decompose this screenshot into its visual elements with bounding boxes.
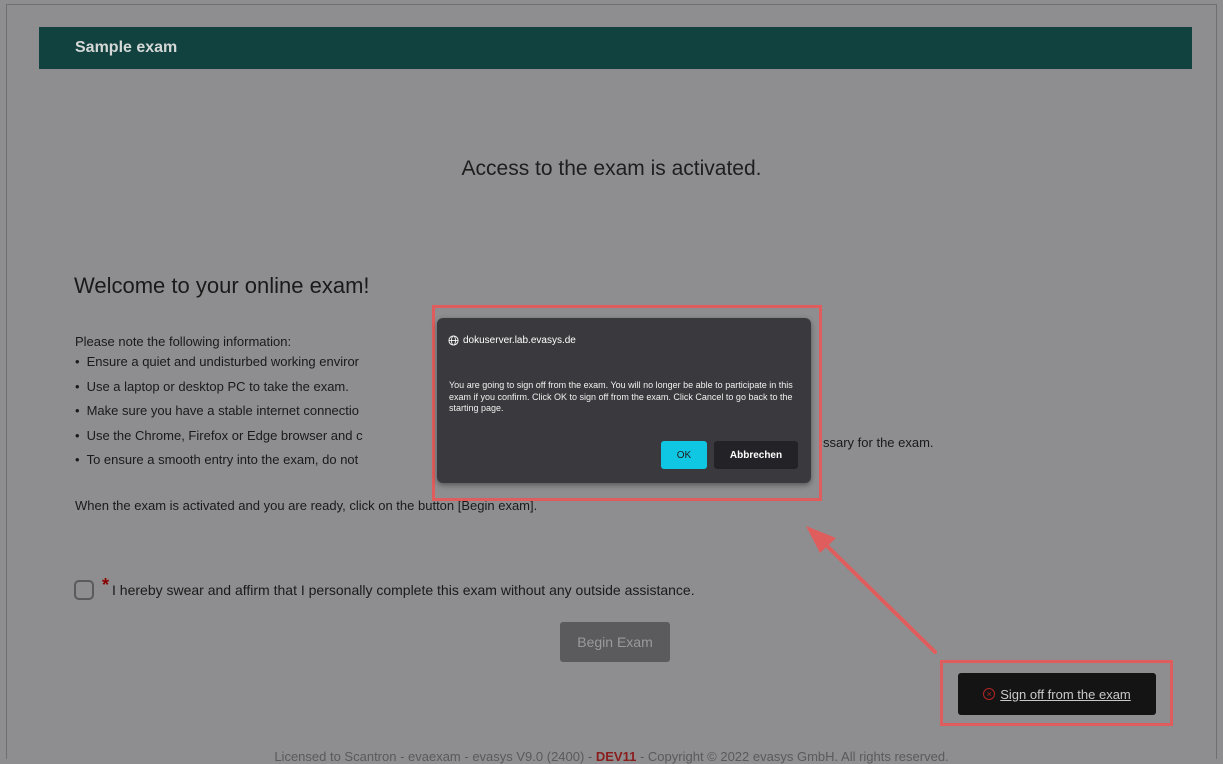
footer-license-text: Licensed to Scantron - evaexam - evasys … xyxy=(274,749,596,764)
dialog-origin: dokuserver.lab.evasys.de xyxy=(448,335,576,346)
dialog-cancel-button[interactable]: Abbrechen xyxy=(714,441,798,469)
footer-copyright: - Copyright © 2022 evasys GmbH. All righ… xyxy=(636,749,949,764)
dialog-origin-text: dokuserver.lab.evasys.de xyxy=(463,335,576,346)
instruction-item: Use the Chrome, Firefox or Edge browser … xyxy=(75,426,363,451)
oath-checkbox[interactable] xyxy=(74,579,94,600)
footer-dev-tag: DEV11 xyxy=(595,749,637,764)
begin-exam-button[interactable]: Begin Exam xyxy=(560,622,670,662)
dialog-message: You are going to sign off from the exam.… xyxy=(449,380,793,413)
access-status-message: Access to the exam is activated. xyxy=(461,157,762,180)
exam-title: Sample exam xyxy=(75,39,178,56)
instruction-item: To ensure a smooth entry into the exam, … xyxy=(75,450,363,475)
globe-icon xyxy=(448,335,459,346)
instruction-item: Make sure you have a stable internet con… xyxy=(75,401,363,426)
instruction-item: Ensure a quiet and undisturbed working e… xyxy=(75,352,363,377)
sign-off-button[interactable]: × Sign off from the exam xyxy=(958,673,1156,715)
confirm-dialog: dokuserver.lab.evasys.de You are going t… xyxy=(437,318,811,483)
oath-row: * I hereby swear and affirm that I perso… xyxy=(74,575,695,600)
sign-off-label: Sign off from the exam xyxy=(1000,686,1131,702)
note-intro: Please note the following information: xyxy=(75,334,292,349)
instruction-list: Ensure a quiet and undisturbed working e… xyxy=(75,352,363,475)
oath-label: I hereby swear and affirm that I persona… xyxy=(112,581,695,598)
welcome-heading: Welcome to your online exam! xyxy=(74,273,370,298)
instruction-item-continuation: ssary for the exam. xyxy=(823,435,934,450)
instruction-item: Use a laptop or desktop PC to take the e… xyxy=(75,377,363,402)
footer-license: Licensed to Scantron - evaexam - evasys … xyxy=(0,749,1223,764)
dialog-ok-button[interactable]: OK xyxy=(661,441,707,469)
exam-header: Sample exam xyxy=(39,27,1192,69)
required-star: * xyxy=(102,575,110,595)
close-circle-icon: × xyxy=(983,688,996,700)
